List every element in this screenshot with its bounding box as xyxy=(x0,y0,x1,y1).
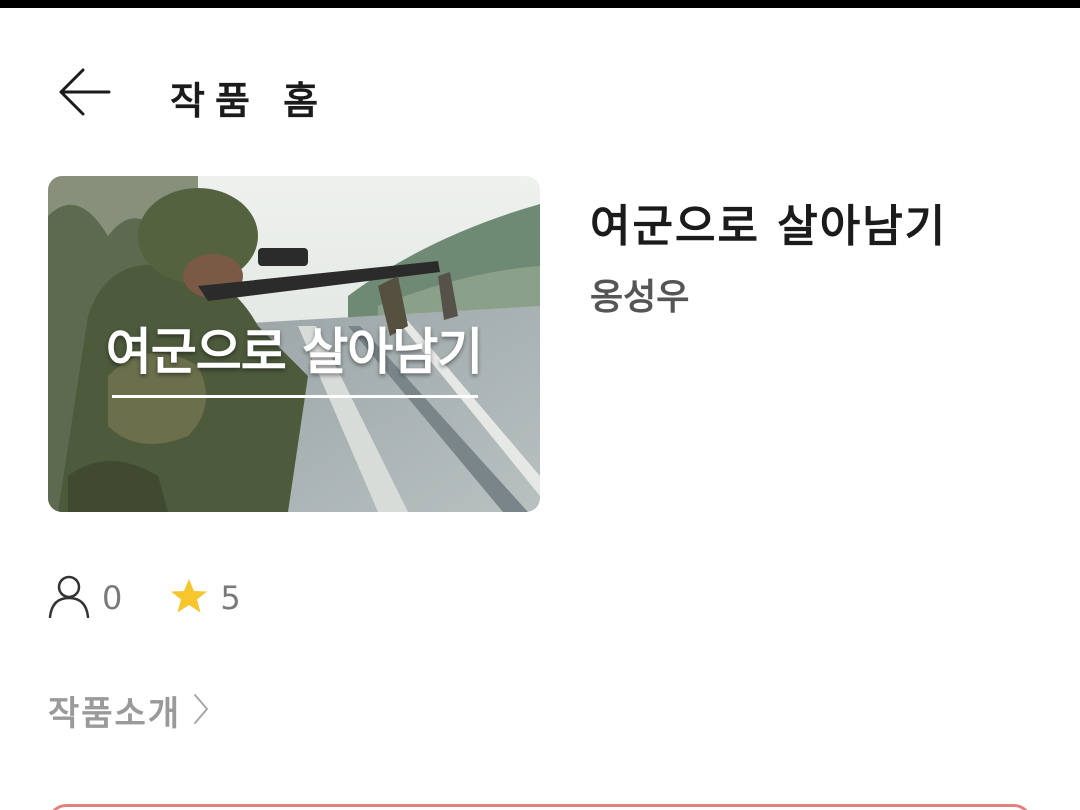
chevron-right-icon xyxy=(193,693,209,729)
cover-underline xyxy=(112,395,478,398)
rating-stat: 5 xyxy=(170,578,241,618)
readers-stat: 0 xyxy=(48,574,122,622)
work-author[interactable]: 옹성우 xyxy=(590,268,689,320)
cover-image[interactable]: 여군으로 살아남기 xyxy=(48,176,540,512)
cover-title-text: 여군으로 살아남기 xyxy=(105,323,483,381)
person-icon xyxy=(48,574,90,622)
status-bar xyxy=(0,0,1080,8)
rating-value: 5 xyxy=(220,579,241,617)
arrow-left-icon xyxy=(57,68,111,120)
intro-link[interactable]: 작품소개 xyxy=(48,686,209,735)
stats-row: 0 5 xyxy=(48,574,289,622)
readers-count: 0 xyxy=(102,579,123,617)
bottom-action-button[interactable] xyxy=(48,804,1032,810)
header: 작품 홈 xyxy=(0,48,1080,144)
star-icon xyxy=(170,578,208,618)
back-button[interactable] xyxy=(52,64,116,124)
page-title: 작품 홈 xyxy=(170,79,329,123)
intro-label: 작품소개 xyxy=(48,694,182,734)
work-title: 여군으로 살아남기 xyxy=(590,201,948,252)
